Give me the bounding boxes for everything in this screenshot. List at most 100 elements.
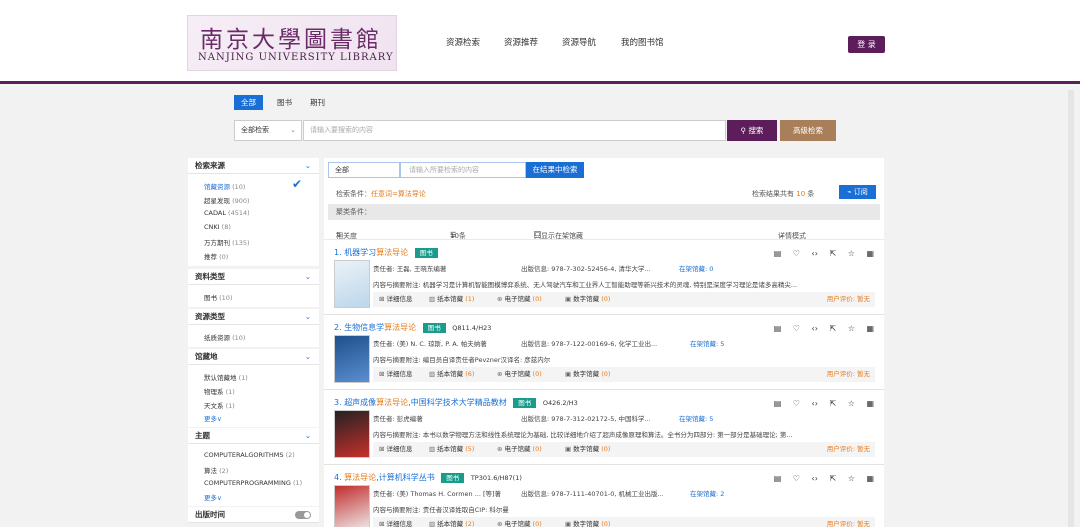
facet-item-subject[interactable]: COMPUTERPROGRAMMING (1) [204, 479, 302, 487]
scrollbar[interactable] [1068, 90, 1074, 527]
record-title[interactable]: 1. 机器学习算法导论 图书 [334, 247, 442, 258]
digital-holdings-link[interactable]: ▣ 数字馆藏 (0) [565, 442, 610, 457]
ebook-holdings-link[interactable]: ⊛ 电子馆藏 (0) [497, 442, 542, 457]
cite-icon[interactable]: ▤ [774, 324, 782, 333]
facet-subject-header[interactable]: 主题 ⌄ [188, 428, 319, 444]
facet-item-wanfang[interactable]: 万方期刊 (135) [204, 237, 250, 247]
facet-item-holdings[interactable]: 馆藏资源 (10) [204, 181, 245, 191]
code-icon[interactable]: ‹› [812, 249, 818, 258]
book-cover[interactable] [334, 410, 370, 458]
shelf-holdings[interactable]: 在架馆藏: 2 [690, 488, 724, 498]
cite-icon[interactable]: ▤ [774, 249, 782, 258]
facet-source-header[interactable]: 检索来源 ⌄ [188, 158, 319, 174]
user-rating[interactable]: 用户评价: 暂无 [827, 517, 870, 527]
record-title[interactable]: 3. 超声成像算法导论,中国科学技术大学精品教材 图书 O426.2/H3 [334, 397, 578, 408]
share-icon[interactable]: ⇱ [829, 324, 836, 333]
search-input[interactable]: 请输入要搜索的内容 [303, 120, 726, 141]
rate-icon[interactable]: ☆ [848, 399, 855, 408]
user-rating[interactable]: 用户评价: 暂无 [827, 292, 870, 307]
type-badge: 图书 [441, 473, 465, 483]
digital-holdings-link[interactable]: ▣ 数字馆藏 (0) [565, 517, 610, 527]
tab-all[interactable]: 全部 [234, 95, 263, 110]
nav-resource-search[interactable]: 资源检索 [446, 36, 480, 48]
book-cover[interactable] [334, 260, 370, 308]
facet-item-physics[interactable]: 物理系 (1) [204, 386, 235, 396]
detail-link[interactable]: ⊠ 详细信息 [379, 292, 412, 307]
login-button[interactable]: 登 录 [848, 36, 885, 53]
paper-holdings-link[interactable]: ▥ 纸本馆藏 (1) [429, 292, 474, 307]
record-title[interactable]: 4. 算法导论,计算机科学丛书 图书 TP301.6/H87(1) [334, 472, 522, 483]
favorite-icon[interactable]: ♡ [793, 474, 800, 483]
user-rating[interactable]: 用户评价: 暂无 [827, 442, 870, 457]
tab-books[interactable]: 图书 [270, 95, 299, 110]
pubdate-toggle[interactable] [295, 511, 311, 519]
paper-holdings-link[interactable]: ▥ 纸本馆藏 (2) [429, 517, 474, 527]
detail-link[interactable]: ⊠ 详细信息 [379, 367, 412, 382]
advanced-search-button[interactable]: 高级检索 [780, 120, 836, 141]
qrcode-icon[interactable]: ▦ [866, 324, 874, 333]
facet-item-cnki[interactable]: CNKI (8) [204, 223, 231, 231]
share-icon[interactable]: ⇱ [829, 399, 836, 408]
facet-item-subject[interactable]: 算法 (2) [204, 465, 228, 475]
search-scope-select[interactable]: 全部检索 ⌄ [234, 120, 302, 141]
rate-icon[interactable]: ☆ [848, 474, 855, 483]
facet-item-astronomy[interactable]: 天文系 (1) [204, 400, 235, 410]
code-icon[interactable]: ‹› [812, 474, 818, 483]
qrcode-icon[interactable]: ▦ [866, 399, 874, 408]
facet-item-recommend[interactable]: 推荐 (0) [204, 251, 228, 261]
share-icon[interactable]: ⇱ [829, 474, 836, 483]
facet-item-cadal[interactable]: CADAL (4514) [204, 209, 250, 217]
qrcode-icon[interactable]: ▦ [866, 249, 874, 258]
paper-holdings-link[interactable]: ▥ 纸本馆藏 (6) [429, 367, 474, 382]
cite-icon[interactable]: ▤ [774, 474, 782, 483]
facet-item-book[interactable]: 图书 (10) [204, 292, 232, 302]
facet-location-header[interactable]: 馆藏地 ⌄ [188, 349, 319, 365]
library-logo[interactable]: 南京大學圖書館 NANJING UNIVERSITY LIBRARY [187, 15, 397, 71]
shelf-holdings[interactable]: 在架馆藏: 5 [690, 338, 724, 348]
nav-my-library[interactable]: 我的图书馆 [621, 36, 664, 48]
digital-holdings-link[interactable]: ▣ 数字馆藏 (0) [565, 292, 610, 307]
user-rating[interactable]: 用户评价: 暂无 [827, 367, 870, 382]
share-icon[interactable]: ⇱ [829, 249, 836, 258]
facet-location-body: 默认馆藏地 (1) 物理系 (1) 天文系 (1) 更多∨ [188, 365, 319, 427]
shelf-holdings[interactable]: 在架馆藏: 0 [679, 263, 713, 273]
book-cover[interactable] [334, 485, 370, 527]
ebook-holdings-link[interactable]: ⊛ 电子馆藏 (0) [497, 292, 542, 307]
search-button[interactable]: ⚲ 搜索 [727, 120, 777, 141]
ebook-icon: ⊛ [497, 295, 503, 303]
shelf-holdings[interactable]: 在架馆藏: 5 [679, 413, 713, 423]
detail-link[interactable]: ⊠ 详细信息 [379, 442, 412, 457]
digital-holdings-link[interactable]: ▣ 数字馆藏 (0) [565, 367, 610, 382]
rate-icon[interactable]: ☆ [848, 324, 855, 333]
ebook-holdings-link[interactable]: ⊛ 电子馆藏 (0) [497, 517, 542, 527]
more-link[interactable]: 更多∨ [204, 413, 222, 423]
detail-link[interactable]: ⊠ 详细信息 [379, 517, 412, 527]
rate-icon[interactable]: ☆ [848, 249, 855, 258]
facet-item-paper[interactable]: 纸质资源 (10) [204, 332, 245, 342]
favorite-icon[interactable]: ♡ [793, 324, 800, 333]
facet-item-subject[interactable]: COMPUTERALGORITHMS (2) [204, 451, 295, 459]
more-link[interactable]: 更多∨ [204, 492, 222, 502]
code-icon[interactable]: ‹› [812, 324, 818, 333]
search-within-button[interactable]: 在结果中检索 [526, 162, 584, 178]
ebook-holdings-link[interactable]: ⊛ 电子馆藏 (0) [497, 367, 542, 382]
nav-resource-recommend[interactable]: 资源推荐 [504, 36, 538, 48]
facet-item-default-location[interactable]: 默认馆藏地 (1) [204, 372, 248, 382]
within-scope-select[interactable]: 全部 [328, 162, 400, 178]
facet-type-header[interactable]: 资料类型 ⌄ [188, 269, 319, 285]
code-icon[interactable]: ‹› [812, 399, 818, 408]
subscribe-button[interactable]: ⌁ 订阅 [839, 185, 876, 199]
book-cover[interactable] [334, 335, 370, 383]
record-title[interactable]: 2. 生物信息学算法导论 图书 Q811.4/H23 [334, 322, 491, 333]
facet-restype-header[interactable]: 资源类型 ⌄ [188, 309, 319, 325]
facet-item-chaoxing[interactable]: 超星发现 (900) [204, 195, 250, 205]
facet-pubdate-header[interactable]: 出版时间 [188, 507, 319, 523]
qrcode-icon[interactable]: ▦ [866, 474, 874, 483]
tab-journals[interactable]: 期刊 [303, 95, 332, 110]
within-search-input[interactable]: 请输入所要检索的内容 [400, 162, 526, 178]
nav-resource-navigation[interactable]: 资源导航 [562, 36, 596, 48]
paper-holdings-link[interactable]: ▥ 纸本馆藏 (5) [429, 442, 474, 457]
favorite-icon[interactable]: ♡ [793, 399, 800, 408]
favorite-icon[interactable]: ♡ [793, 249, 800, 258]
cite-icon[interactable]: ▤ [774, 399, 782, 408]
